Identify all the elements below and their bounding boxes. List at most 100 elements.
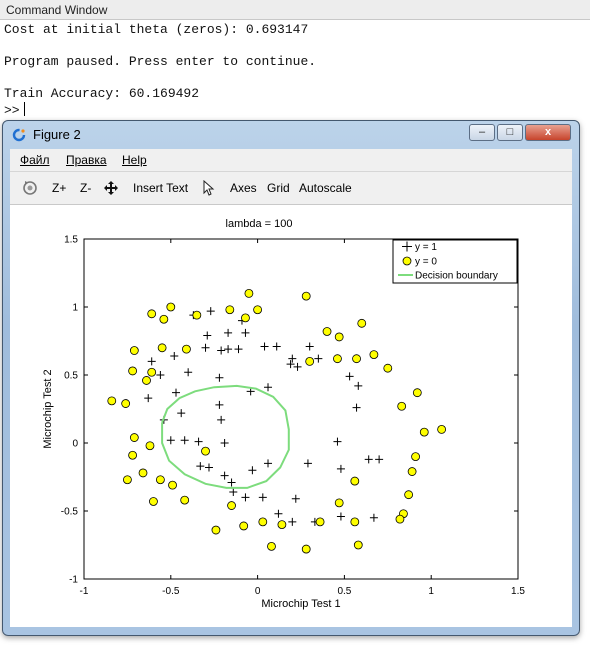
data-point-positive bbox=[206, 307, 215, 316]
x-axis: -1 -0.5 0 0.5 1 1.5 bbox=[80, 239, 525, 597]
data-point-positive bbox=[354, 381, 363, 390]
data-point-negative bbox=[334, 332, 344, 342]
data-point-negative bbox=[350, 476, 360, 486]
data-point-negative bbox=[239, 521, 249, 531]
x-axis-label: Microchip Test 1 bbox=[261, 598, 340, 610]
data-point-negative bbox=[352, 354, 361, 364]
data-point-negative bbox=[369, 350, 379, 360]
figure-toolbar: Z+ Z- Insert Text Axes Grid Autoscale bbox=[10, 172, 572, 205]
data-point-negative bbox=[128, 450, 138, 460]
data-point-positive bbox=[274, 509, 283, 518]
data-point-negative bbox=[277, 520, 287, 530]
data-point-positive bbox=[194, 437, 203, 446]
grid-button[interactable]: Grid bbox=[267, 181, 290, 195]
pan-icon[interactable] bbox=[103, 180, 119, 196]
legend: y = 1 y = 0 Decision boundary bbox=[392, 239, 518, 284]
y-axis-label: Microchip Test 2 bbox=[42, 369, 54, 448]
data-point-negative bbox=[267, 541, 276, 551]
data-point-positive bbox=[196, 462, 205, 471]
data-point-negative bbox=[350, 517, 360, 527]
command-window-output[interactable]: Cost at initial theta (zeros): 0.693147 … bbox=[0, 20, 590, 120]
data-point-positive bbox=[364, 455, 373, 464]
data-point-positive bbox=[229, 487, 238, 496]
plot-canvas[interactable]: lambda = 100 -1 -0.5 0 0.5 1 1.5 -1 -0.5 0 0.5 1 1… bbox=[10, 205, 572, 627]
insert-text-button[interactable]: Insert Text bbox=[133, 181, 188, 195]
data-point-positive bbox=[241, 493, 250, 502]
data-point-positive bbox=[144, 394, 153, 403]
x-tick-label: 0 bbox=[255, 586, 261, 597]
data-point-positive bbox=[217, 346, 226, 355]
y-tick-label: 1.5 bbox=[64, 235, 78, 246]
figure-window[interactable]: Figure 2 – □ x Файл Правка Help Z+ Z- In… bbox=[2, 120, 580, 636]
data-point-negative bbox=[128, 366, 138, 376]
data-point-negative bbox=[353, 540, 363, 550]
data-point-negative bbox=[145, 441, 155, 451]
menu-edit[interactable]: Правка bbox=[66, 153, 107, 167]
data-point-positive bbox=[220, 439, 229, 447]
select-pointer-icon[interactable] bbox=[202, 180, 216, 196]
data-point-positive bbox=[333, 437, 342, 446]
x-tick-label: 1.5 bbox=[511, 586, 525, 597]
figure-title: Figure 2 bbox=[33, 127, 81, 142]
data-point-positive bbox=[272, 342, 281, 351]
legend-label-boundary: Decision boundary bbox=[415, 271, 498, 282]
data-point-positive bbox=[258, 493, 267, 502]
data-point-positive bbox=[215, 373, 224, 382]
legend-label-positive: y = 1 bbox=[415, 242, 437, 253]
data-point-negative bbox=[147, 367, 157, 377]
data-point-negative bbox=[383, 363, 393, 373]
legend-circle-marker bbox=[402, 256, 412, 266]
data-point-positive bbox=[336, 512, 345, 521]
output-line: Train Accuracy: 60.169492 bbox=[4, 86, 200, 101]
axes-button[interactable]: Axes bbox=[230, 181, 257, 195]
data-point-positive bbox=[224, 328, 233, 337]
x-tick-label: 0.5 bbox=[337, 586, 351, 597]
data-point-positive bbox=[201, 343, 210, 352]
data-point-negative bbox=[168, 480, 177, 490]
zoom-in-button[interactable]: Z+ bbox=[52, 181, 66, 195]
data-point-negative bbox=[142, 376, 151, 385]
data-point-negative bbox=[159, 314, 169, 324]
data-point-positive bbox=[184, 368, 193, 377]
data-point-positive bbox=[260, 342, 269, 351]
x-tick-label: -0.5 bbox=[162, 586, 180, 597]
data-point-negative bbox=[407, 467, 417, 476]
maximize-button[interactable]: □ bbox=[497, 124, 523, 141]
data-point-negative bbox=[241, 313, 250, 323]
data-point-positive bbox=[156, 371, 165, 379]
data-point-positive bbox=[234, 345, 243, 354]
data-point-positive bbox=[288, 354, 297, 363]
menu-help[interactable]: Help bbox=[122, 153, 147, 167]
data-point-positive bbox=[220, 471, 229, 480]
data-point-positive bbox=[264, 383, 273, 392]
data-point-positive bbox=[305, 342, 314, 351]
minimize-button[interactable]: – bbox=[469, 124, 495, 141]
data-point-negative bbox=[180, 495, 190, 505]
data-point-negative bbox=[258, 517, 268, 527]
x-tick-label: -1 bbox=[80, 586, 89, 597]
data-point-positive bbox=[241, 328, 250, 337]
output-line: Cost at initial theta (zeros): 0.693147 bbox=[4, 22, 309, 37]
command-prompt[interactable]: >> bbox=[4, 102, 25, 118]
chart-title: lambda = 100 bbox=[226, 218, 293, 230]
data-point-negative bbox=[411, 452, 420, 462]
data-point-negative bbox=[412, 388, 422, 398]
close-button[interactable]: x bbox=[525, 124, 571, 141]
data-point-positive bbox=[288, 517, 297, 526]
data-point-positive bbox=[336, 464, 345, 473]
data-point-negative bbox=[157, 343, 167, 353]
menu-bar: Файл Правка Help bbox=[10, 149, 572, 172]
data-point-negative bbox=[305, 356, 315, 366]
autoscale-button[interactable]: Autoscale bbox=[299, 181, 352, 195]
data-point-negative bbox=[147, 309, 157, 319]
data-point-negative bbox=[301, 544, 311, 554]
data-point-negative bbox=[129, 433, 139, 442]
menu-file[interactable]: Файл bbox=[20, 153, 50, 167]
data-point-positive bbox=[369, 513, 378, 522]
rotate-icon[interactable] bbox=[22, 180, 38, 196]
zoom-out-button[interactable]: Z- bbox=[80, 181, 91, 195]
data-point-negative bbox=[227, 501, 236, 510]
data-point-negative bbox=[192, 310, 202, 320]
figure-title-bar[interactable]: Figure 2 – □ x bbox=[3, 121, 579, 149]
data-point-positive bbox=[303, 459, 312, 468]
